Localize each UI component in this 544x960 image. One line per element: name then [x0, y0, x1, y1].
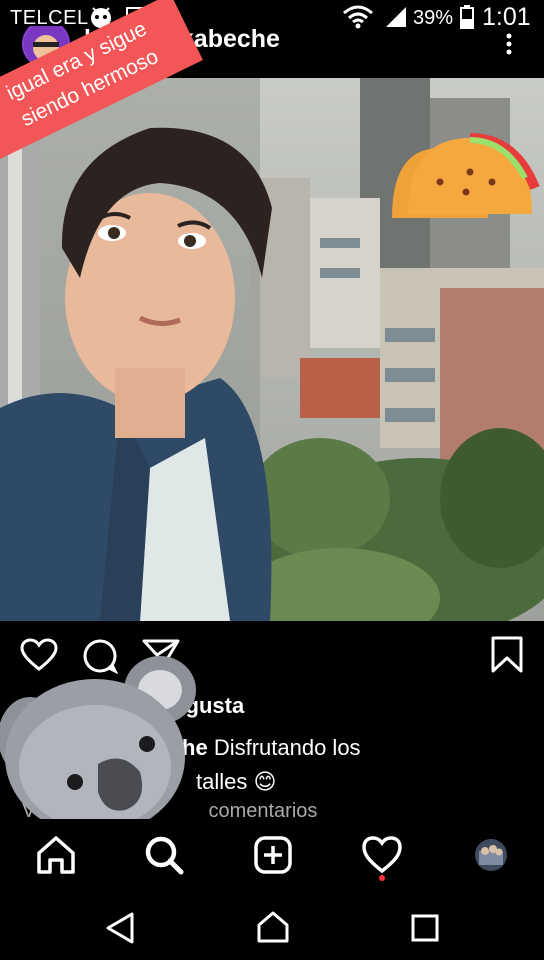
view-comments-text: comentarios — [208, 800, 318, 819]
koala-sticker — [0, 656, 196, 835]
bookmark-icon[interactable] — [491, 636, 523, 674]
more-options-icon[interactable] — [506, 32, 512, 56]
profile-avatar[interactable] — [469, 833, 513, 877]
caption-text: Disfrutando los — [213, 735, 361, 760]
search-icon[interactable] — [142, 833, 186, 877]
notification-dot — [379, 875, 385, 881]
selfie-photo — [0, 78, 544, 621]
new-post-icon[interactable] — [251, 833, 295, 877]
smile-emoji: 😊 — [253, 769, 277, 794]
back-icon[interactable] — [104, 911, 136, 945]
post-photo[interactable] — [0, 78, 544, 621]
caption-text-2: talles — [196, 769, 248, 794]
system-navigation-bar — [0, 889, 544, 960]
activity-icon[interactable] — [360, 833, 404, 877]
home-icon[interactable] — [34, 833, 78, 877]
bottom-nav — [0, 819, 544, 889]
home-icon[interactable] — [255, 909, 291, 945]
recents-icon[interactable] — [410, 913, 440, 943]
signal-icon — [386, 7, 406, 27]
